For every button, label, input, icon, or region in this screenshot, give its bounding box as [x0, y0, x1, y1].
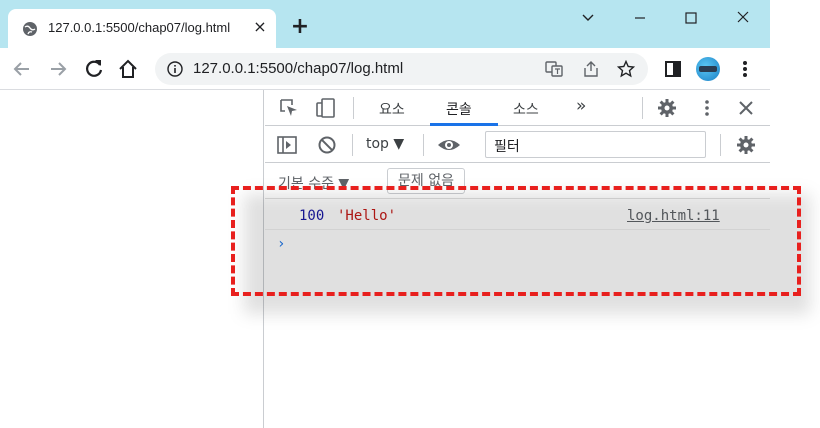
console-toolbar: top ▼ 필터: [265, 126, 770, 163]
sidebar-toggle-icon[interactable]: [277, 135, 297, 155]
profile-avatar[interactable]: [696, 57, 720, 81]
separator: [352, 134, 353, 156]
clear-console-icon[interactable]: [317, 135, 337, 155]
highlight-box: [231, 186, 801, 296]
close-window-icon[interactable]: [731, 8, 755, 28]
filter-input[interactable]: 필터: [485, 131, 706, 158]
minimize-icon[interactable]: [628, 8, 652, 28]
devtools-menu-icon[interactable]: [697, 98, 717, 118]
console-settings-gear-icon[interactable]: [736, 135, 756, 155]
maximize-icon[interactable]: [679, 8, 703, 28]
share-icon[interactable]: [582, 60, 600, 78]
close-tab-button[interactable]: ×: [252, 18, 268, 36]
eye-icon[interactable]: [437, 135, 461, 155]
globe-icon: [23, 22, 37, 36]
tab-strip: 127.0.0.1:5500/chap07/log.html × +: [0, 0, 770, 48]
info-icon[interactable]: [167, 61, 183, 77]
tab-sources[interactable]: 소스: [513, 99, 539, 119]
devtools-tab-bar: 요소 콘솔 소스 »: [265, 90, 770, 126]
bookmark-star-icon[interactable]: [617, 60, 635, 78]
tab-console[interactable]: 콘솔: [446, 99, 472, 119]
browser-tab[interactable]: 127.0.0.1:5500/chap07/log.html ×: [8, 9, 276, 48]
separator: [353, 97, 354, 119]
home-icon[interactable]: [116, 57, 140, 81]
browser-toolbar: 127.0.0.1:5500/chap07/log.html: [0, 48, 770, 90]
device-toolbar-icon[interactable]: [316, 98, 336, 118]
reload-icon[interactable]: [82, 57, 106, 81]
filter-placeholder: 필터: [494, 139, 520, 155]
page-viewport: [0, 90, 264, 428]
side-panel-icon[interactable]: [661, 57, 685, 81]
more-tabs-button[interactable]: »: [576, 96, 586, 116]
url-text: 127.0.0.1:5500/chap07/log.html: [193, 60, 404, 77]
tab-title: 127.0.0.1:5500/chap07/log.html: [48, 20, 231, 35]
inspect-element-icon[interactable]: [279, 98, 299, 118]
new-tab-button[interactable]: +: [288, 16, 312, 40]
translate-icon[interactable]: [545, 60, 563, 78]
separator: [423, 134, 424, 156]
more-menu-icon[interactable]: [733, 57, 757, 81]
forward-icon[interactable]: [46, 57, 70, 81]
chevron-down-icon[interactable]: [576, 8, 600, 28]
back-icon[interactable]: [10, 57, 34, 81]
close-devtools-icon[interactable]: [736, 98, 756, 118]
tab-elements[interactable]: 요소: [379, 99, 405, 119]
settings-gear-icon[interactable]: [657, 98, 677, 118]
address-bar[interactable]: 127.0.0.1:5500/chap07/log.html: [155, 53, 648, 85]
context-selector[interactable]: top ▼: [366, 136, 404, 152]
separator: [642, 97, 643, 119]
separator: [720, 134, 721, 156]
